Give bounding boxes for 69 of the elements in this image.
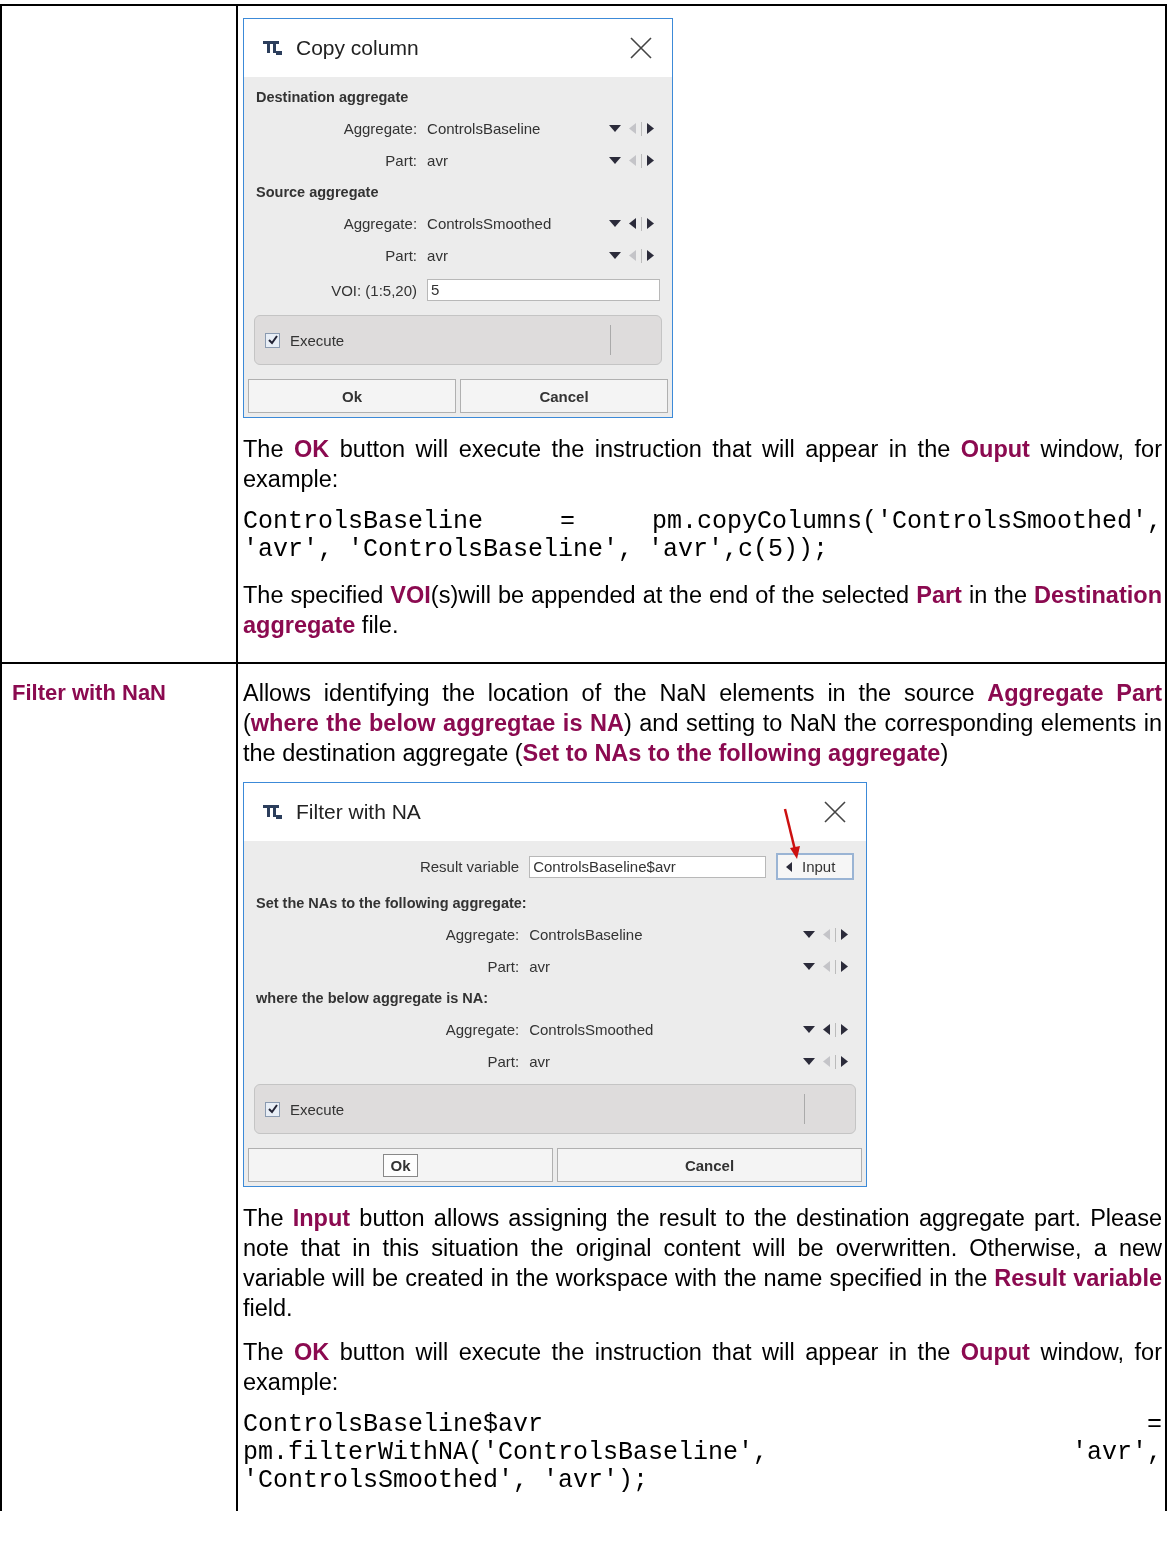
paragraph: The OK button will execute the instruction that will appear in the Ouput window, for example: [243,1338,1162,1397]
field-label: Aggregate: [444,1021,520,1038]
paragraph: Allows identifying the location of the NaN elements in the source Aggregate Part (where the below aggregtae is NA) and setting to NaN the corresponding elements in the destination aggregate (Set to NAs to the following aggregate) [243,679,1162,768]
dropdown-value[interactable]: ControlsBaseline [529,926,766,943]
next-icon[interactable] [647,218,654,229]
dropdown-arrow-icon[interactable] [803,930,815,939]
dialog-button[interactable]: Cancel [557,1148,862,1182]
app-logo-icon [262,40,284,56]
section-heading: Source aggregate [256,184,380,200]
dropdown-arrow-icon[interactable] [803,1057,815,1066]
next-icon[interactable] [647,250,654,261]
section-heading: where the below aggregate is NA: [256,990,490,1006]
field-label: Aggregate: [444,926,520,943]
checkbox[interactable] [265,332,280,348]
field-label: Part: [384,152,418,169]
input-field[interactable]: 5 [427,279,660,301]
field-label: Result variable [418,858,520,875]
code-line: 'avr', 'ControlsBaseline', 'avr',c(5)); [243,536,830,564]
checkbox[interactable] [265,1101,280,1117]
previous-icon[interactable] [629,218,636,229]
dropdown-arrow-icon[interactable] [803,1025,815,1034]
paragraph: The specified VOI(s)will be appended at the end of the selected Part in the Destination aggregate file. [243,581,1162,640]
dropdown-value[interactable]: avr [427,247,572,264]
dropdown-arrow-icon[interactable] [609,219,621,228]
checkbox-label: Execute [290,331,346,349]
dialog-title: Copy column [296,36,420,60]
dialog-button[interactable]: Ok [248,379,456,413]
dialog-button[interactable]: Ok [248,1148,553,1182]
dropdown-arrow-icon[interactable] [609,124,621,133]
previous-icon[interactable] [823,1024,830,1035]
dropdown-value[interactable]: avr [427,152,572,169]
field-label: Part: [486,1053,520,1070]
code-line: ControlsBaseline = pm.copyColumns('ControlsSmoothed', [243,508,1162,536]
code-line: pm.filterWithNA('ControlsBaseline', 'avr', [243,1439,1162,1467]
dropdown-value[interactable]: avr [529,958,766,975]
next-icon[interactable] [841,929,848,940]
section-heading: Destination aggregate [256,89,410,105]
caret-icon [786,861,792,872]
app-logo-icon [262,804,284,820]
dropdown-value[interactable]: ControlsSmoothed [529,1021,766,1038]
next-icon[interactable] [841,1024,848,1035]
dropdown-arrow-icon[interactable] [609,251,621,260]
dialog-button[interactable]: Cancel [460,379,668,413]
dropdown-value[interactable]: ControlsSmoothed [427,215,572,232]
dropdown-value[interactable]: ControlsBaseline [427,120,572,137]
paragraph: The OK button will execute the instruction that will appear in the Ouput window, for example: [243,435,1162,494]
field-label: Part: [384,247,418,264]
next-icon[interactable] [647,123,654,134]
input-button[interactable]: Input [776,853,854,880]
field-label: VOI: (1:5,20) [330,281,418,299]
code-line: 'ControlsSmoothed', 'avr'); [243,1467,650,1495]
input-field[interactable]: ControlsBaseline$avr [529,855,766,878]
next-icon[interactable] [647,155,654,166]
field-label: Aggregate: [342,215,418,232]
dialog-title: Filter with NA [296,800,422,824]
close-icon[interactable] [630,37,652,59]
code-line: ControlsBaseline$avr = [243,1411,1162,1439]
dropdown-value[interactable]: avr [529,1053,766,1070]
section-heading: Set the NAs to the following aggregate: [256,895,528,911]
next-icon[interactable] [841,961,848,972]
dropdown-arrow-icon[interactable] [609,156,621,165]
field-label: Aggregate: [342,120,418,137]
row-heading: Filter with NaN [12,680,166,705]
checkbox-label: Execute [290,1100,346,1118]
close-icon[interactable] [824,801,846,823]
field-label: Part: [486,958,520,975]
paragraph: The Input button allows assigning the result to the destination aggregate part. Please note that in this situation the original content will be overwritten. Otherwise, a new variable will be created in the workspace with the name specified in the Result variable field. [243,1204,1162,1323]
dropdown-arrow-icon[interactable] [803,962,815,971]
next-icon[interactable] [841,1056,848,1067]
